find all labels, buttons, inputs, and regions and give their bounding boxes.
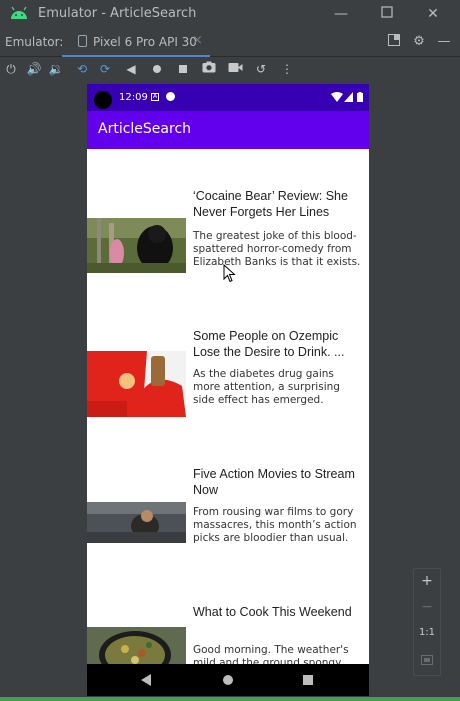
- app-bar: ArticleSearch: [87, 111, 369, 149]
- settings-gear-icon[interactable]: ⚙: [411, 34, 427, 50]
- wifi-icon: [331, 92, 343, 102]
- list-item[interactable]: Some People on Ozempic Lose the Desire t…: [87, 324, 369, 434]
- article-snippet: From rousing war films to gory massacres…: [193, 506, 357, 544]
- battery-icon: [357, 92, 363, 102]
- rotate-right-icon[interactable]: ⟳: [97, 61, 113, 77]
- phone-screen[interactable]: 12:09 A ArticleSearch ‘Cocaine Bear’ Rev…: [87, 84, 369, 696]
- snapshot-icon[interactable]: ↺: [253, 61, 269, 77]
- tab-device[interactable]: Pixel 6 Pro API 30 ×: [62, 28, 210, 58]
- app-title: ArticleSearch: [98, 121, 192, 137]
- device-tab-label: Pixel 6 Pro API 30: [93, 35, 197, 49]
- maximize-button[interactable]: [377, 4, 397, 24]
- article-thumbnail: [87, 218, 186, 273]
- status-strip: [0, 697, 460, 701]
- emulator-toolbar: ⏻ 🔊 🔉 ⟲ ⟳ ◀ ↺ ⋮: [0, 57, 460, 83]
- notification-b-icon: [166, 92, 175, 101]
- signal-icon: [344, 92, 353, 102]
- nav-home-icon[interactable]: [223, 675, 233, 685]
- one-to-one-button[interactable]: 1:1: [414, 627, 440, 638]
- minimize-button[interactable]: —: [331, 4, 351, 24]
- emulator-tabbar: Emulator: Pixel 6 Pro API 30 × ⚙ —: [0, 28, 460, 58]
- article-headline: ‘Cocaine Bear’ Review: She Never Forgets…: [193, 189, 348, 219]
- screenshot-icon[interactable]: [201, 61, 217, 77]
- zoom-in-button[interactable]: +: [414, 573, 440, 589]
- volume-up-icon[interactable]: 🔊: [26, 61, 42, 77]
- overview-icon[interactable]: [175, 61, 191, 77]
- power-icon[interactable]: ⏻: [3, 61, 19, 77]
- zoom-panel: + − 1:1: [413, 568, 441, 676]
- article-thumbnail: [87, 502, 186, 543]
- article-snippet: As the diabetes drug gains more attentio…: [193, 368, 340, 406]
- hide-panel-icon[interactable]: —: [436, 34, 452, 50]
- emulator-label: Emulator:: [5, 35, 64, 49]
- article-headline: Five Action Movies to Stream Now: [193, 467, 355, 497]
- more-icon[interactable]: ⋮: [279, 61, 295, 77]
- volume-down-icon[interactable]: 🔉: [48, 61, 64, 77]
- article-headline: Some People on Ozempic Lose the Desire t…: [193, 329, 345, 359]
- rotate-left-icon[interactable]: ⟲: [74, 61, 90, 77]
- maximize-icon: [381, 6, 393, 18]
- article-snippet: The greatest joke of this blood-spattere…: [193, 230, 361, 268]
- list-item[interactable]: What to Cook This Weekend Good morning. …: [87, 600, 369, 682]
- navigation-bar: [87, 664, 369, 696]
- nav-back-icon[interactable]: [141, 674, 151, 686]
- android-logo-icon: [11, 6, 27, 19]
- nav-overview-icon[interactable]: [303, 675, 313, 685]
- back-icon[interactable]: ◀: [123, 61, 139, 77]
- record-icon[interactable]: [227, 61, 243, 77]
- close-window-button[interactable]: ✕: [423, 4, 443, 24]
- list-item[interactable]: ‘Cocaine Bear’ Review: She Never Forgets…: [87, 184, 369, 304]
- layout-toggle-icon[interactable]: [386, 34, 402, 50]
- zoom-out-button[interactable]: −: [414, 599, 440, 615]
- article-headline: What to Cook This Weekend: [193, 605, 352, 619]
- window-titlebar: Emulator - ArticleSearch — ✕: [0, 0, 460, 28]
- list-item[interactable]: Five Action Movies to Stream Now From ro…: [87, 462, 369, 572]
- status-bar: 12:09 A: [87, 84, 369, 111]
- article-thumbnail: [87, 627, 186, 667]
- status-time: 12:09: [119, 92, 148, 103]
- window-title: Emulator - ArticleSearch: [38, 6, 197, 21]
- camera-cutout: [94, 91, 112, 109]
- article-thumbnail: [87, 351, 186, 417]
- fit-screen-icon[interactable]: [414, 653, 440, 669]
- home-icon[interactable]: [149, 61, 165, 77]
- device-icon: [78, 35, 87, 47]
- tab-close-icon[interactable]: ×: [192, 33, 203, 48]
- mouse-cursor-icon: [223, 264, 236, 283]
- notification-a-icon: A: [151, 93, 159, 101]
